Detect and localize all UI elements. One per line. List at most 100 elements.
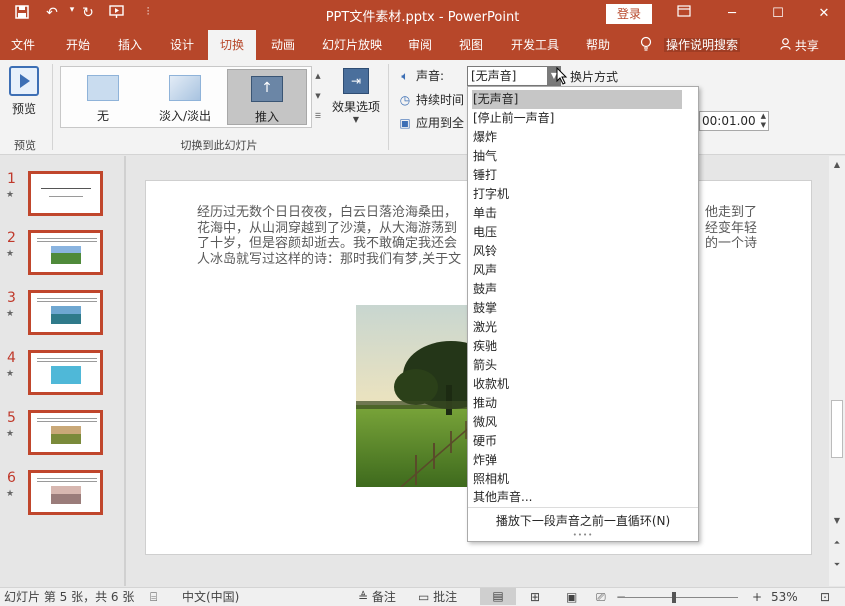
scrollbar-thumb[interactable] <box>831 400 843 458</box>
login-button[interactable]: 登录 <box>606 4 652 24</box>
normal-view-icon[interactable]: ▤ <box>480 588 516 605</box>
resize-grip-icon[interactable]: •••• <box>468 531 698 539</box>
spell-check-icon[interactable]: ⌸ <box>150 590 157 605</box>
sound-option-more[interactable]: 其他声音... <box>472 488 682 507</box>
fit-to-window-icon[interactable]: ⊡ <box>820 590 830 605</box>
sound-dropdown-list: [无声音] [停止前一声音] 爆炸 抽气 锤打 打字机 单击 电压 风铃 风声 … <box>467 86 699 542</box>
gallery-scroll[interactable]: ▲ ▼ ☰ <box>311 66 324 128</box>
sound-select[interactable]: [无声音] ▼ <box>467 66 561 86</box>
sound-option[interactable]: 推动 <box>472 394 682 413</box>
slide-preview <box>28 290 103 335</box>
zoom-in-icon[interactable]: + <box>752 590 762 605</box>
scroll-up-icon[interactable]: ▲ <box>829 160 845 169</box>
slide-thumbnail[interactable]: 2 ★ <box>0 230 124 278</box>
transition-star-icon: ★ <box>6 489 15 499</box>
sound-label: 声音: <box>416 69 445 83</box>
slideshow-from-start-icon[interactable] <box>107 5 127 23</box>
sound-option[interactable]: 锤打 <box>472 166 682 185</box>
language-indicator[interactable]: 中文(中国) <box>182 590 239 605</box>
tab-design[interactable]: 设计 <box>162 30 202 60</box>
comments-icon: ▭ <box>418 590 434 604</box>
slide-sorter-icon[interactable]: ⊞ <box>530 590 540 605</box>
sound-option[interactable]: 疾驰 <box>472 337 682 356</box>
sound-option[interactable]: 抽气 <box>472 147 682 166</box>
group-label-preview: 预览 <box>14 139 36 152</box>
effect-options-button[interactable]: ⇥ 效果选项 ▼ <box>328 68 384 124</box>
tab-help[interactable]: 帮助 <box>578 30 618 60</box>
text-line-end: 经变年轻 <box>704 220 757 236</box>
sound-option[interactable]: [无声音] <box>472 90 682 109</box>
text-line: 了十岁，但是容颜却逝去。我不敢确定我还会 <box>197 236 458 251</box>
sound-option[interactable]: 电压 <box>472 223 682 242</box>
group-divider <box>388 64 389 150</box>
tell-me-search[interactable]: 操作说明搜索 <box>664 38 741 52</box>
sound-option[interactable]: 风声 <box>472 261 682 280</box>
text-line-end: 的一个诗 <box>704 236 757 251</box>
apply-all-button[interactable]: ▣ 应用到全 <box>398 114 464 131</box>
mouse-pointer-icon <box>556 67 568 85</box>
text-line: 花海中，从山洞穿越到了沙漠，从大海游荡到 <box>197 220 458 236</box>
gallery-up-icon[interactable]: ▲ <box>312 66 324 86</box>
slideshow-view-icon[interactable]: ⎚ <box>596 590 606 605</box>
transition-none[interactable]: 无 <box>63 69 143 125</box>
save-icon[interactable] <box>12 5 32 23</box>
zoom-slider-thumb[interactable] <box>672 592 676 603</box>
notes-button[interactable]: ≜ 备注 <box>358 590 396 605</box>
sound-option[interactable]: [停止前一声音] <box>472 109 682 128</box>
vertical-scrollbar[interactable]: ▲ ▼ ⏶ ⏷ <box>829 156 845 586</box>
transition-fade[interactable]: 淡入/淡出 <box>145 69 225 125</box>
sound-option[interactable]: 鼓声 <box>472 280 682 299</box>
sound-option[interactable]: 激光 <box>472 318 682 337</box>
tab-developer[interactable]: 开发工具 <box>502 30 568 60</box>
undo-icon[interactable]: ↶ <box>42 5 62 21</box>
sound-option[interactable]: 鼓掌 <box>472 299 682 318</box>
sound-option[interactable]: 风铃 <box>472 242 682 261</box>
spinner-arrows-icon[interactable]: ▲ ▼ <box>761 112 766 130</box>
sound-option[interactable]: 硬币 <box>472 432 682 451</box>
share-button[interactable]: 共享 <box>780 37 819 54</box>
tab-file[interactable]: 文件 <box>4 30 42 60</box>
redo-icon[interactable]: ↻ <box>78 5 98 21</box>
sound-option[interactable]: 炸弹 <box>472 451 682 470</box>
comments-button[interactable]: ▭ 批注 <box>418 590 457 605</box>
loop-sound-option[interactable]: 播放下一段声音之前一直循环(N) <box>468 511 698 531</box>
slide-thumbnail[interactable]: 6 ★ <box>0 470 124 518</box>
tab-slideshow[interactable]: 幻灯片放映 <box>314 30 390 60</box>
ribbon-display-icon[interactable] <box>672 4 696 24</box>
reading-view-icon[interactable]: ▣ <box>566 590 577 605</box>
gallery-down-icon[interactable]: ▼ <box>312 86 324 106</box>
minimize-icon[interactable]: ─ <box>720 4 744 24</box>
tab-review[interactable]: 审阅 <box>400 30 440 60</box>
zoom-level[interactable]: 53% <box>771 590 798 605</box>
sound-select-value: [无声音] <box>471 69 517 83</box>
sound-option[interactable]: 收款机 <box>472 375 682 394</box>
preview-button[interactable]: 预览 <box>6 66 42 117</box>
sound-option[interactable]: 微风 <box>472 413 682 432</box>
sound-option[interactable]: 单击 <box>472 204 682 223</box>
slide-thumbnail[interactable]: 5 ★ <box>0 410 124 458</box>
gallery-more-icon[interactable]: ☰ <box>312 106 324 126</box>
tab-home[interactable]: 开始 <box>58 30 98 60</box>
sound-option[interactable]: 爆炸 <box>472 128 682 147</box>
slide-thumbnail[interactable]: 3 ★ <box>0 290 124 338</box>
sound-option[interactable]: 箭头 <box>472 356 682 375</box>
tab-transitions[interactable]: 切换 <box>208 30 256 60</box>
tab-animations[interactable]: 动画 <box>262 30 304 60</box>
transition-push[interactable]: 推入 <box>227 69 307 125</box>
sound-option[interactable]: 打字机 <box>472 185 682 204</box>
maximize-icon[interactable]: ☐ <box>766 4 790 24</box>
next-slide-icon[interactable]: ⏷ <box>829 560 845 570</box>
close-icon[interactable]: ✕ <box>812 4 836 24</box>
transition-star-icon: ★ <box>6 369 15 379</box>
slide-thumbnail[interactable]: 4 ★ <box>0 350 124 398</box>
customize-icon[interactable]: ⫶ <box>138 5 158 19</box>
ribbon: 预览 预览 无 淡入/淡出 推入 ▲ ▼ ☰ ⇥ 效果选项 ▼ 切换到此幻灯片 … <box>0 60 845 155</box>
previous-slide-icon[interactable]: ⏶ <box>829 538 845 548</box>
slide-thumbnail[interactable]: 1 ★ <box>0 171 124 219</box>
time-spinner[interactable]: 00:01.00 ▲ ▼ <box>699 111 769 131</box>
tab-insert[interactable]: 插入 <box>110 30 150 60</box>
sound-option[interactable]: 照相机 <box>472 470 682 489</box>
zoom-slider[interactable] <box>618 597 738 598</box>
tab-view[interactable]: 视图 <box>450 30 492 60</box>
scroll-down-icon[interactable]: ▼ <box>829 516 845 525</box>
